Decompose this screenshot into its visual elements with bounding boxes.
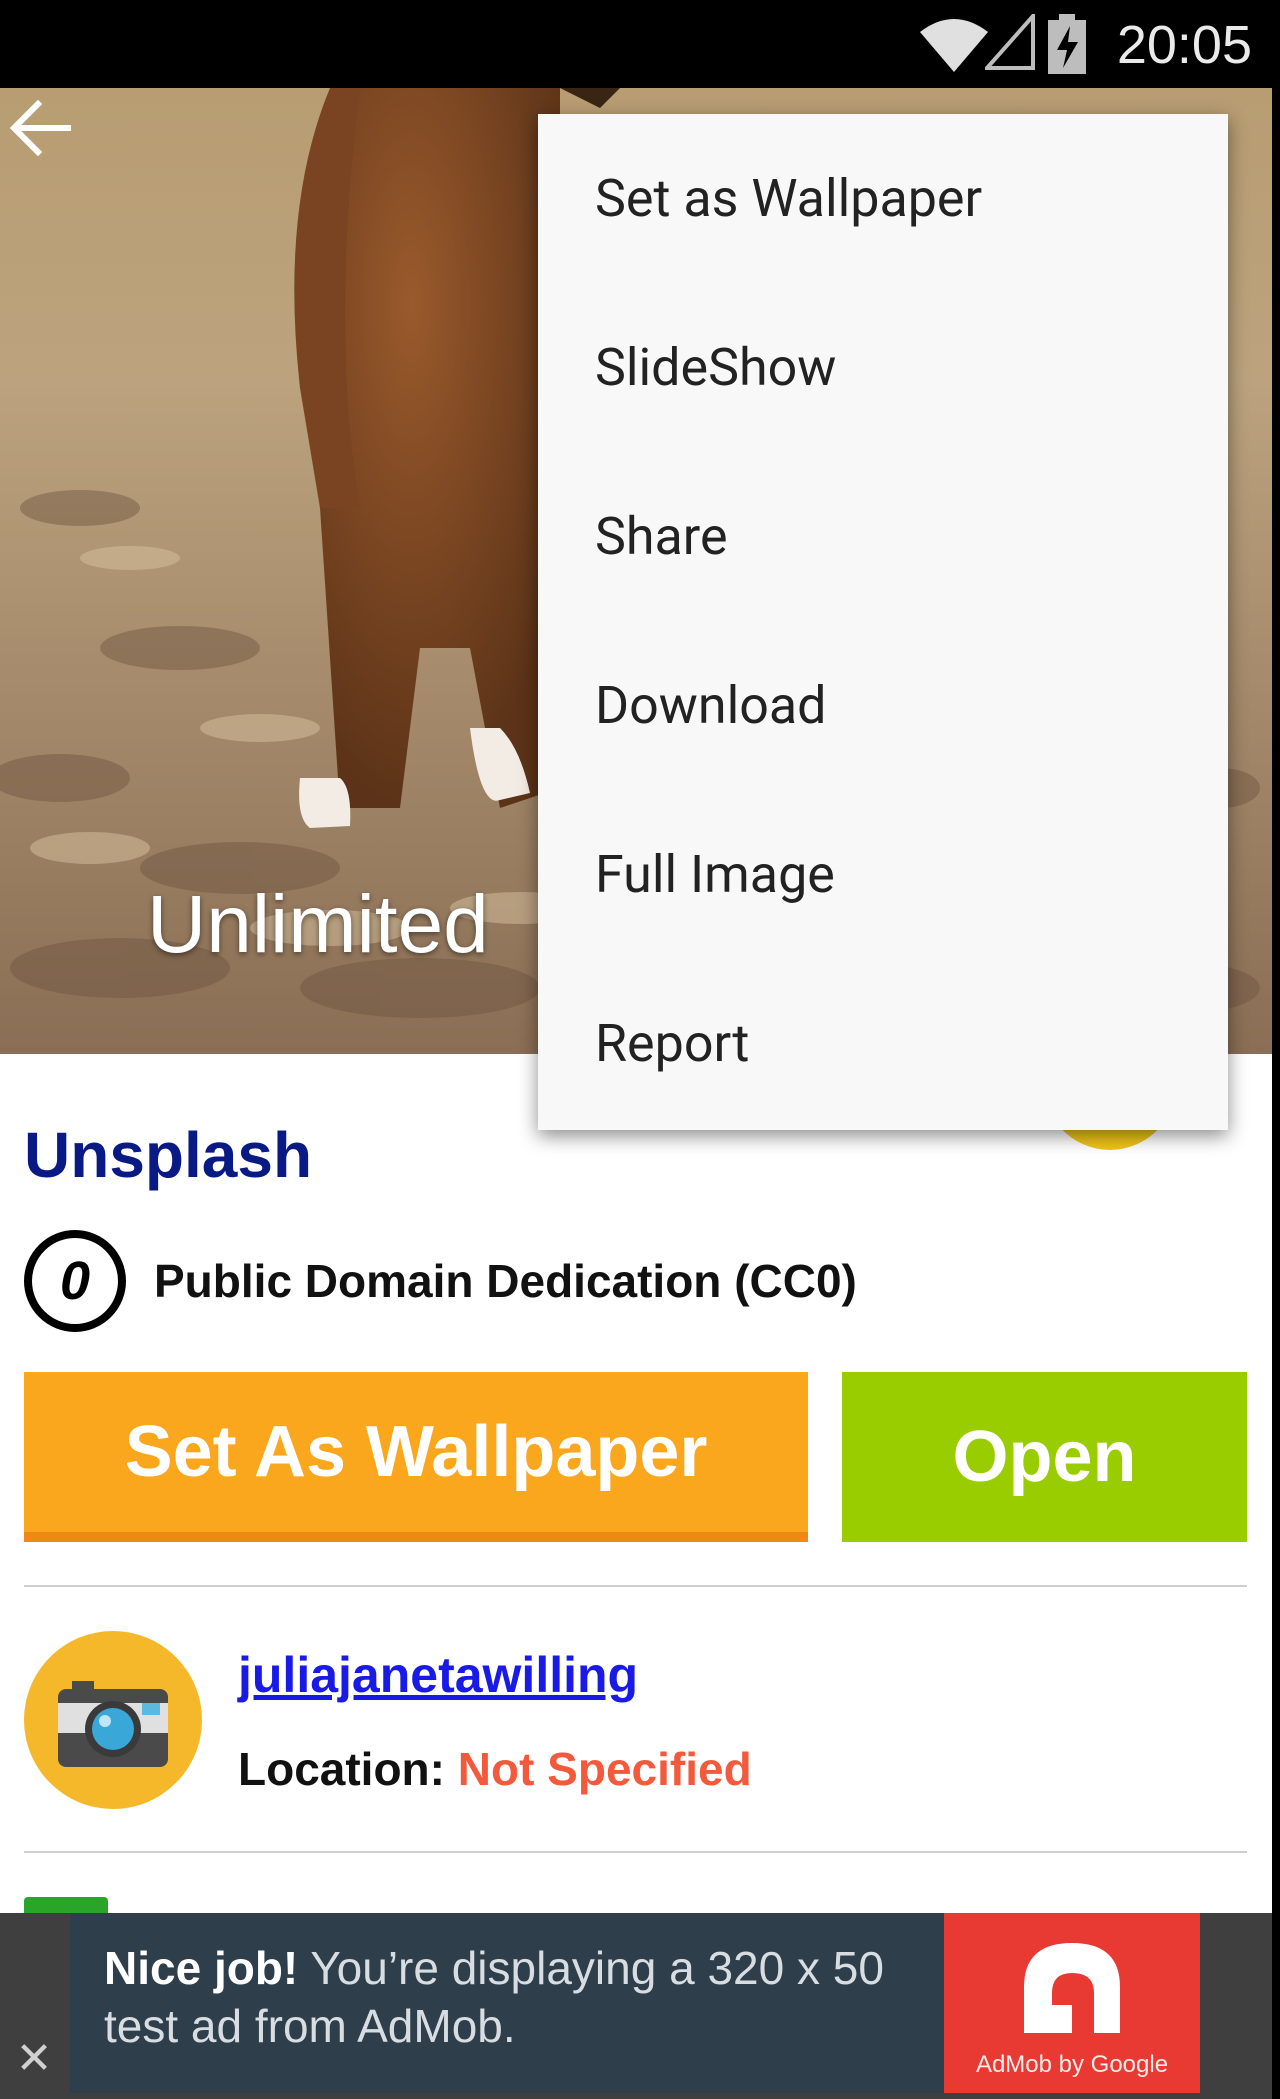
cc0-license-icon: 0 — [24, 1230, 126, 1332]
location-row: Location: Not Specified — [238, 1742, 752, 1796]
license-row: 0 Public Domain Dedication (CC0) — [24, 1223, 857, 1339]
location-value: Not Specified — [457, 1743, 752, 1795]
ad-text: Nice job! You’re displaying a 320 x 50 t… — [104, 1939, 884, 2055]
divider — [24, 1851, 1247, 1853]
menu-item-report[interactable]: Report — [538, 959, 1228, 1128]
status-bar: 20:05 — [0, 0, 1272, 88]
location-label: Location: — [238, 1743, 445, 1795]
ad-text-line1: You’re displaying a 320 x 50 — [298, 1942, 884, 1994]
camera-icon — [58, 1681, 168, 1767]
cc0-icon-glyph: 0 — [59, 1251, 91, 1311]
author-link[interactable]: juliajanetawilling — [238, 1646, 638, 1704]
ad-text-line2: test ad from AdMob. — [104, 2000, 516, 2052]
clock: 20:05 — [1116, 15, 1252, 75]
ad-bold-text: Nice job! — [104, 1942, 299, 1994]
image-overlay-title: Unlimited — [147, 879, 489, 970]
wifi-icon — [920, 19, 988, 72]
overflow-menu: Set as Wallpaper SlideShow Share Downloa… — [538, 114, 1228, 1130]
menu-item-download[interactable]: Download — [538, 621, 1228, 790]
ad-banner[interactable]: ✕ Nice job! You’re displaying a 320 x 50… — [0, 1913, 1272, 2099]
screen-edge — [1272, 0, 1280, 2099]
license-label: Public Domain Dedication (CC0) — [154, 1255, 857, 1307]
menu-item-set-as-wallpaper[interactable]: Set as Wallpaper — [538, 114, 1228, 283]
menu-item-slideshow[interactable]: SlideShow — [538, 283, 1228, 452]
admob-brand-text: AdMob by Google — [975, 2051, 1169, 2078]
menu-item-full-image[interactable]: Full Image — [538, 790, 1228, 959]
ad-content[interactable]: Nice job! You’re displaying a 320 x 50 t… — [70, 1913, 944, 2093]
set-as-wallpaper-button[interactable]: Set As Wallpaper — [24, 1372, 808, 1542]
cell-signal-icon — [985, 14, 1035, 70]
divider — [24, 1585, 1247, 1587]
battery-charging-icon — [1048, 14, 1086, 74]
source-title: Unsplash — [24, 1119, 313, 1191]
author-avatar — [24, 1631, 202, 1809]
admob-logo[interactable]: AdMob by Google — [944, 1913, 1200, 2093]
open-button[interactable]: Open — [842, 1372, 1247, 1542]
back-arrow-icon[interactable] — [0, 88, 80, 168]
menu-item-share[interactable]: Share — [538, 452, 1228, 621]
close-ad-icon[interactable]: ✕ — [8, 2033, 60, 2085]
app-screen: 20:05 Unlimited Unsplash 0 Public Domain… — [0, 0, 1272, 2099]
admob-mark-icon — [1024, 1943, 1120, 2033]
